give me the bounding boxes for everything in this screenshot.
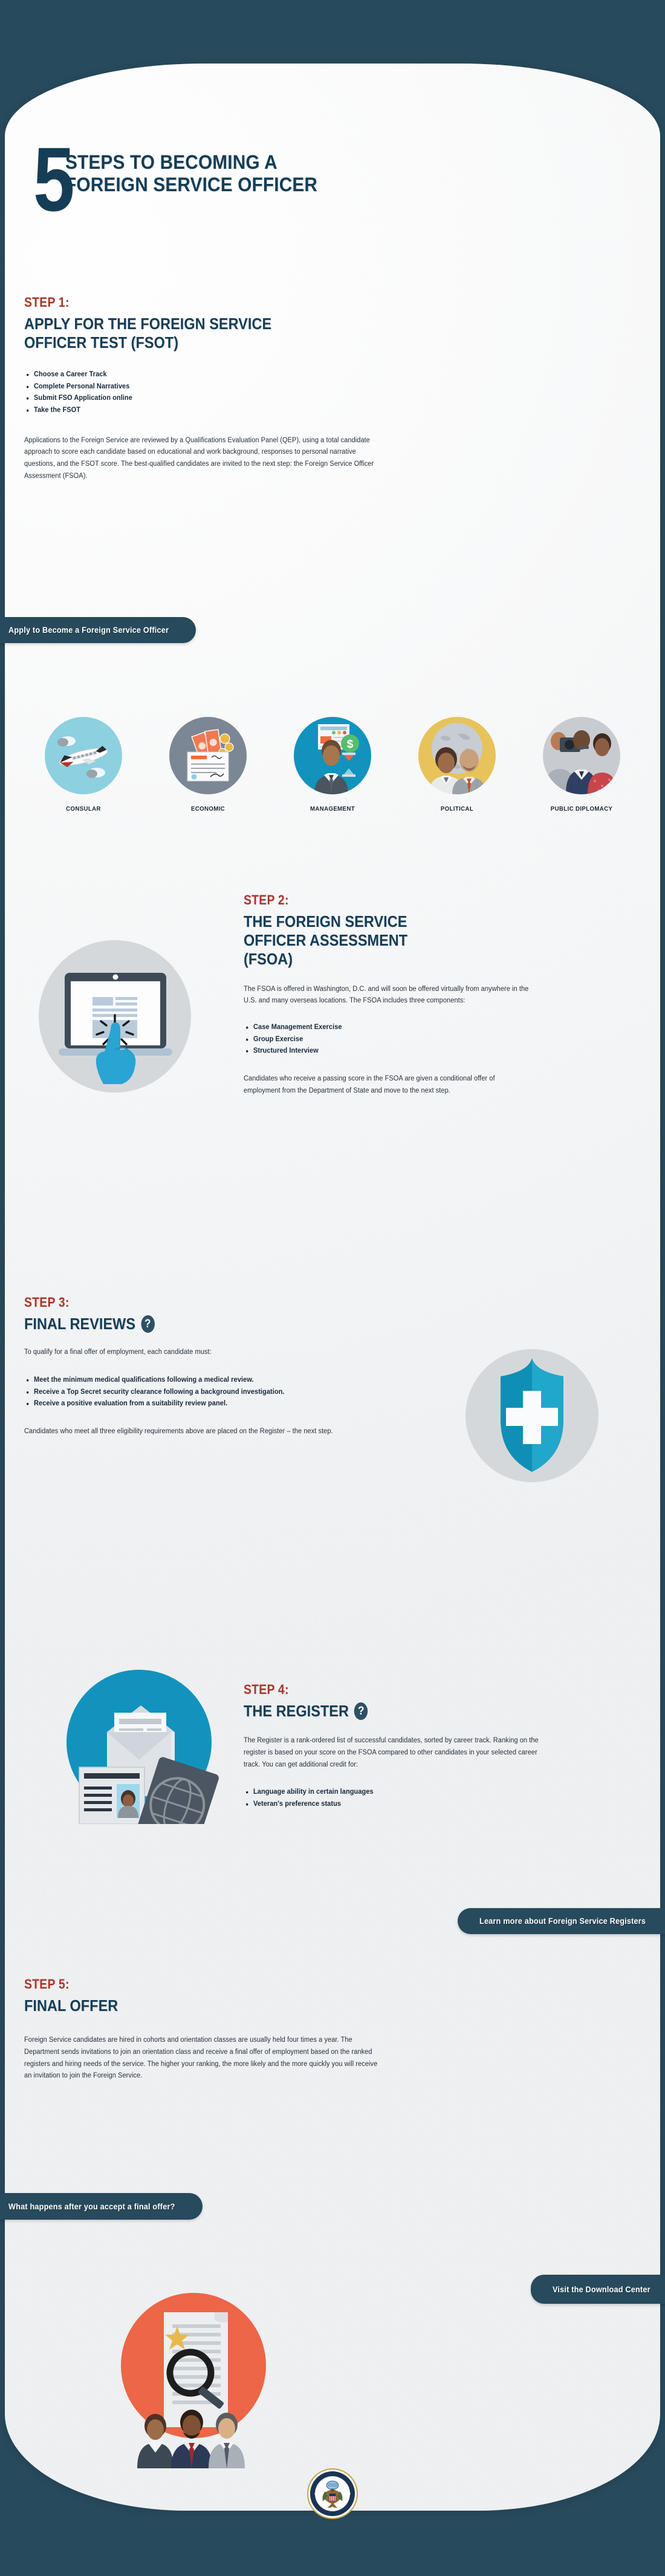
step-3-illustration <box>456 1340 608 1491</box>
step-3-section: STEP 3: FINAL REVIEWS ? To qualify for a… <box>24 1295 411 1437</box>
list-item: Structured Interview <box>246 1045 569 1058</box>
title-line-1: STEPS TO BECOMING A <box>65 151 277 173</box>
step-5-title: FINAL OFFER <box>24 1996 118 2015</box>
step-2-paragraph-intro: The FSOA is offered in Washington, D.C. … <box>244 985 529 1005</box>
step-2-title-line-3: (FSOA) <box>244 950 293 969</box>
step-3-kicker: STEP 3: <box>24 1295 70 1310</box>
diplomats-globe-icon <box>418 717 496 794</box>
page-title: STEPS TO BECOMING A FOREIGN SERVICE OFFI… <box>65 151 391 196</box>
title-line-2: FOREIGN SERVICE OFFICER <box>65 174 318 196</box>
step-3-paragraph-after: Candidates who meet all three eligibilit… <box>24 1427 333 1435</box>
footer-illustration <box>106 2269 281 2468</box>
what-happens-next-label: What happens after you accept a final of… <box>8 2202 175 2211</box>
step-4-section: STEP 4: THE REGISTER ? The Register is a… <box>244 1682 582 1811</box>
step-4-title: THE REGISTER <box>244 1702 349 1720</box>
step-2-title-line-1: THE FOREIGN SERVICE <box>244 912 407 930</box>
step-2-bullet-list: Case Management Exercise Group Exercise … <box>244 1021 582 1058</box>
step-1-section: STEP 1: APPLY FOR THE FOREIGN SERVICE OF… <box>24 295 399 483</box>
list-item: Complete Personal Narratives <box>27 381 384 394</box>
step-2-kicker: STEP 2: <box>244 892 289 907</box>
airplane-icon <box>45 717 122 794</box>
manager-chart-icon: $ <box>294 717 371 794</box>
step-1-title-line-2: OFFICER TEST (FSOT) <box>24 333 179 352</box>
list-item: Submit FSO Application online <box>27 392 384 405</box>
career-track-management[interactable]: $ MANAGEMENT <box>287 717 378 812</box>
step-1-bullet-list: Choose a Career Track Complete Personal … <box>24 368 399 417</box>
step-3-title-row: FINAL REVIEWS ? <box>24 1315 372 1333</box>
apply-fso-button[interactable]: Apply to Become a Foreign Service Office… <box>0 617 196 643</box>
download-center-label: Visit the Download Center <box>552 2284 650 2294</box>
learn-more-registers-label: Learn more about Foreign Service Registe… <box>479 1917 646 1926</box>
career-track-label: POLITICAL <box>440 805 474 812</box>
step-3-paragraph-intro: To qualify for a final offer of employme… <box>24 1348 212 1356</box>
step-1-paragraph: Applications to the Foreign Service are … <box>24 436 374 480</box>
list-item: Group Exercise <box>246 1033 569 1047</box>
career-track-economic[interactable]: ECONOMIC <box>163 717 253 812</box>
career-track-political[interactable]: POLITICAL <box>412 717 502 812</box>
step-5-paragraph: Foreign Service candidates are hired in … <box>24 2036 378 2080</box>
list-item: Veteran's preference status <box>246 1798 569 1811</box>
list-item: Choose a Career Track <box>27 368 384 382</box>
download-center-button[interactable]: Visit the Download Center <box>530 2275 665 2304</box>
help-icon[interactable]: ? <box>141 1315 155 1333</box>
list-item: Receive a positive evaluation from a sui… <box>27 1398 411 1411</box>
check-money-icon <box>169 717 247 794</box>
step-2-title-line-2: OFFICER ASSESSMENT <box>244 931 408 950</box>
career-track-label: CONSULAR <box>66 805 101 812</box>
step-5-section: STEP 5: FINAL OFFER Foreign Service cand… <box>24 1976 411 2082</box>
infographic-page: 5 STEPS TO BECOMING A FOREIGN SERVICE OF… <box>0 0 665 2576</box>
apply-fso-button-label: Apply to Become a Foreign Service Office… <box>8 626 169 635</box>
what-happens-next-button[interactable]: What happens after you accept a final of… <box>0 2193 203 2220</box>
list-item: Receive a Top Secret security clearance … <box>27 1386 411 1399</box>
step-4-illustration <box>57 1661 221 1849</box>
step-3-bullet-list: Meet the minimum medical qualifications … <box>24 1374 427 1411</box>
learn-more-registers-button[interactable]: Learn more about Foreign Service Registe… <box>458 1908 665 1934</box>
step-4-bullet-list: Language ability in certain languages Ve… <box>244 1787 582 1811</box>
press-camera-icon <box>543 717 620 794</box>
career-track-label: ECONOMIC <box>190 805 225 812</box>
list-item: Meet the minimum medical qualifications … <box>27 1374 411 1387</box>
step-4-kicker: STEP 4: <box>244 1682 289 1697</box>
list-item: Take the FSOT <box>27 404 384 417</box>
department-of-state-seal-icon: DEPARTMENT OF STATE UNITED STATES OF AME… <box>306 2466 358 2519</box>
career-track-consular[interactable]: CONSULAR <box>38 717 129 812</box>
step-1-title: APPLY FOR THE FOREIGN SERVICE OFFICER TE… <box>24 315 362 352</box>
list-item: Case Management Exercise <box>246 1021 569 1035</box>
career-track-public-diplomacy[interactable]: PUBLIC DIPLOMACY <box>536 717 627 812</box>
svg-text:$: $ <box>347 738 354 751</box>
career-track-label: MANAGEMENT <box>310 805 355 812</box>
career-track-row: CONSULAR ECONOMIC $ MANAGEMENT POLITICAL… <box>0 717 665 812</box>
step-1-kicker: STEP 1: <box>24 295 70 310</box>
step-2-paragraph-after: Candidates who receive a passing score i… <box>244 1074 495 1094</box>
step-4-title-row: THE REGISTER ? <box>244 1702 548 1721</box>
help-icon[interactable]: ? <box>354 1702 368 1721</box>
list-item: Language ability in certain languages <box>246 1787 569 1800</box>
step-2-title: THE FOREIGN SERVICE OFFICER ASSESSMENT (… <box>244 912 548 969</box>
step-5-kicker: STEP 5: <box>24 1976 70 1992</box>
step-4-paragraph-intro: The Register is a rank-ordered list of s… <box>244 1737 539 1768</box>
step-3-title: FINAL REVIEWS <box>24 1315 136 1333</box>
step-2-section: STEP 2: THE FOREIGN SERVICE OFFICER ASSE… <box>244 892 582 1097</box>
step-2-illustration <box>27 926 203 1101</box>
career-track-label: PUBLIC DIPLOMACY <box>550 805 613 812</box>
step-1-title-line-1: APPLY FOR THE FOREIGN SERVICE <box>24 315 272 333</box>
